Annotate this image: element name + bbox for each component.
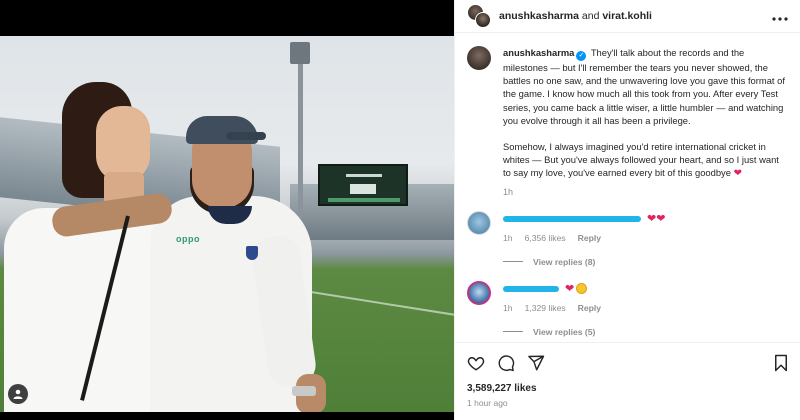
stadium-scoreboard	[318, 164, 408, 206]
comment-likes[interactable]: 1,329 likes	[525, 303, 566, 313]
author-username[interactable]: anushkasharma	[499, 10, 579, 22]
collab-conjunction: and	[581, 10, 600, 22]
likes-count[interactable]: 3,589,227 likes	[467, 383, 789, 394]
user-tag-icon[interactable]	[8, 384, 28, 404]
more-options-icon[interactable]	[772, 8, 788, 24]
comment-text: ❤	[565, 283, 575, 296]
jersey-sponsor: oppo	[176, 234, 200, 244]
comment-time: 1h	[503, 232, 513, 243]
verified-badge-icon: ✓	[576, 51, 587, 61]
post-actions: 3,589,227 likes 1 hour ago	[455, 342, 800, 420]
reply-button[interactable]: Reply	[578, 303, 601, 313]
collab-avatar[interactable]	[467, 4, 491, 28]
comment-item: ❤ 1h 1,329 likes Reply	[467, 280, 789, 313]
post-modal: oppo anushkasharma and virat.kohli anush…	[0, 0, 800, 420]
collaborator-username[interactable]: virat.kohli	[602, 10, 652, 22]
comment-time: 1h	[503, 302, 513, 313]
avatar[interactable]	[467, 280, 491, 305]
reply-button[interactable]: Reply	[578, 233, 601, 243]
comment-icon[interactable]	[497, 354, 515, 372]
caption: anushkasharma ✓ They'll talk about the re…	[467, 46, 789, 197]
redacted-username	[503, 215, 641, 222]
bookmark-icon[interactable]	[773, 354, 789, 372]
view-replies-button[interactable]: View replies (5)	[503, 327, 789, 337]
caption-text: They'll talk about the records and the m…	[503, 47, 785, 126]
avatar[interactable]	[467, 46, 491, 70]
avatar[interactable]	[467, 210, 491, 235]
comment-item: ❤❤ 1h 6,356 likes Reply	[467, 210, 789, 243]
post-panel: anushkasharma and virat.kohli anushkasha…	[454, 0, 800, 420]
jersey-crest	[246, 246, 258, 260]
comments-section[interactable]: anushkasharma ✓ They'll talk about the re…	[455, 34, 800, 342]
heart-emoji: ❤	[733, 168, 742, 180]
share-icon[interactable]	[527, 354, 545, 372]
caption-time: 1h	[503, 186, 514, 197]
post-media: oppo	[0, 0, 454, 420]
view-replies-button[interactable]: View replies (8)	[503, 257, 789, 267]
caption-username[interactable]: anushkasharma	[503, 47, 574, 58]
post-header: anushkasharma and virat.kohli	[455, 0, 800, 33]
comment-likes[interactable]: 6,356 likes	[525, 233, 566, 243]
smile-emoji-icon	[576, 283, 588, 295]
redacted-username	[503, 285, 559, 292]
like-heart-icon[interactable]	[467, 354, 485, 372]
post-photo[interactable]: oppo	[0, 36, 454, 412]
avatar	[475, 12, 491, 28]
post-timestamp: 1 hour ago	[467, 398, 508, 408]
comment-text: ❤❤	[647, 213, 666, 226]
